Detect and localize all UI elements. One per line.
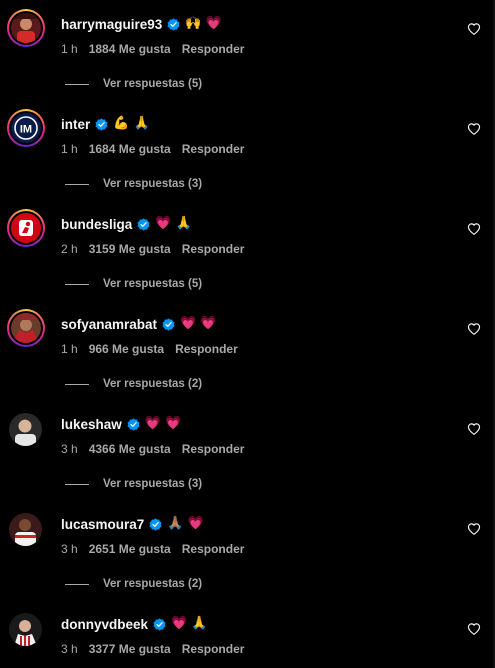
comment-likes[interactable]: 3377 Me gusta	[89, 642, 171, 656]
like-heart-icon[interactable]	[467, 622, 481, 636]
comment-likes[interactable]: 1684 Me gusta	[89, 142, 171, 156]
reply-button[interactable]: Responder	[182, 542, 245, 556]
like-heart-icon[interactable]	[467, 122, 481, 136]
comment-time[interactable]: 2 h	[61, 242, 78, 256]
view-replies-label: Ver respuestas (2)	[103, 578, 203, 590]
view-replies-label: Ver respuestas (3)	[103, 178, 203, 190]
story-ring[interactable]	[7, 309, 45, 347]
amrabat-avatar	[11, 313, 41, 343]
comment-time[interactable]: 1 h	[61, 142, 78, 156]
reply-button[interactable]: Responder	[182, 442, 245, 456]
comment-username[interactable]: inter	[61, 117, 90, 132]
view-replies-button[interactable]: Ver respuestas (5)	[65, 76, 202, 92]
story-ring[interactable]	[7, 9, 45, 47]
comment-text: 💗 💗	[180, 316, 217, 331]
comment-item: donnyvdbeek 💗 🙏 3 h 3377 Me gusta Respon…	[0, 600, 495, 668]
comment-text: 💗 💗	[144, 416, 182, 431]
verified-badge-icon	[167, 17, 180, 31]
view-replies-label: Ver respuestas (2)	[103, 378, 203, 390]
view-replies-label: Ver respuestas (5)	[103, 278, 203, 290]
comment-username[interactable]: harrymaguire93	[61, 17, 162, 32]
comment-username[interactable]: donnyvdbeek	[61, 617, 148, 632]
comment-item: lucasmoura7 🙏🏽 💗 3 h 2651 Me gusta Respo…	[0, 500, 495, 600]
comments-list: harrymaguire93 🙌 💗 1 h 1884 Me gusta Res…	[0, 0, 495, 668]
comment-username[interactable]: bundesliga	[61, 217, 132, 232]
comment-time[interactable]: 1 h	[61, 342, 78, 356]
verified-badge-icon	[137, 217, 150, 231]
reply-button[interactable]: Responder	[182, 42, 245, 56]
view-replies-button[interactable]: Ver respuestas (3)	[65, 176, 202, 192]
comment-time[interactable]: 3 h	[61, 542, 78, 556]
comment-item: IM inter 💪 🙏 1 h 1684 Me gusta Responder…	[0, 100, 495, 200]
verified-badge-icon	[162, 317, 175, 331]
comment-username[interactable]: sofyanamrabat	[61, 317, 157, 332]
comment-likes[interactable]: 1884 Me gusta	[89, 42, 171, 56]
inter-logo: IM	[11, 113, 41, 143]
reply-button[interactable]: Responder	[175, 342, 238, 356]
comment-time[interactable]: 1 h	[61, 42, 78, 56]
shaw-avatar[interactable]	[9, 413, 42, 446]
comment-text: 💗 🙏	[155, 216, 192, 231]
like-heart-icon[interactable]	[467, 22, 481, 36]
replies-divider	[65, 383, 89, 385]
view-replies-button[interactable]: Ver respuestas (5)	[65, 276, 202, 292]
view-replies-label: Ver respuestas (3)	[103, 478, 203, 490]
svg-text:IM: IM	[20, 124, 32, 136]
view-replies-button[interactable]: Ver respuestas (2)	[65, 576, 202, 592]
view-replies-label: Ver respuestas (5)	[103, 78, 203, 90]
verified-badge-icon	[95, 117, 108, 131]
comment-text: 💗 🙏	[171, 616, 208, 631]
reply-button[interactable]: Responder	[182, 642, 245, 656]
comment-likes[interactable]: 2651 Me gusta	[89, 542, 171, 556]
vdbeek-avatar[interactable]	[9, 613, 42, 646]
comment-likes[interactable]: 4366 Me gusta	[89, 442, 171, 456]
comment-item: bundesliga 💗 🙏 2 h 3159 Me gusta Respond…	[0, 200, 495, 300]
replies-divider	[65, 283, 89, 285]
story-ring[interactable]: IM	[7, 109, 45, 147]
reply-button[interactable]: Responder	[182, 142, 245, 156]
comment-likes[interactable]: 3159 Me gusta	[89, 242, 171, 256]
view-replies-button[interactable]: Ver respuestas (3)	[65, 476, 202, 492]
comment-item: sofyanamrabat 💗 💗 1 h 966 Me gusta Respo…	[0, 300, 495, 400]
moura-avatar[interactable]	[9, 513, 42, 546]
verified-badge-icon	[149, 517, 162, 531]
reply-button[interactable]: Responder	[182, 242, 245, 256]
comment-item: lukeshaw 💗 💗 3 h 4366 Me gusta Responder…	[0, 400, 495, 500]
like-heart-icon[interactable]	[467, 522, 481, 536]
replies-divider	[65, 83, 89, 85]
comment-username[interactable]: lukeshaw	[61, 417, 122, 432]
comment-item: harrymaguire93 🙌 💗 1 h 1884 Me gusta Res…	[0, 0, 495, 100]
comment-likes[interactable]: 966 Me gusta	[89, 342, 164, 356]
like-heart-icon[interactable]	[467, 322, 481, 336]
story-ring[interactable]	[7, 209, 45, 247]
like-heart-icon[interactable]	[467, 222, 481, 236]
like-heart-icon[interactable]	[467, 422, 481, 436]
comment-text: 🙏🏽 💗	[167, 516, 204, 531]
comment-text: 💪 🙏	[113, 116, 150, 131]
comment-username[interactable]: lucasmoura7	[61, 517, 144, 532]
comment-time[interactable]: 3 h	[61, 442, 78, 456]
replies-divider	[65, 183, 89, 185]
replies-divider	[65, 583, 89, 585]
verified-badge-icon	[153, 617, 166, 631]
comment-time[interactable]: 3 h	[61, 642, 78, 656]
verified-badge-icon	[127, 417, 140, 431]
bundesliga-logo	[11, 213, 41, 243]
comment-text: 🙌 💗	[185, 16, 222, 31]
maguire-avatar	[11, 13, 41, 43]
view-replies-button[interactable]: Ver respuestas (2)	[65, 376, 202, 392]
replies-divider	[65, 483, 89, 485]
